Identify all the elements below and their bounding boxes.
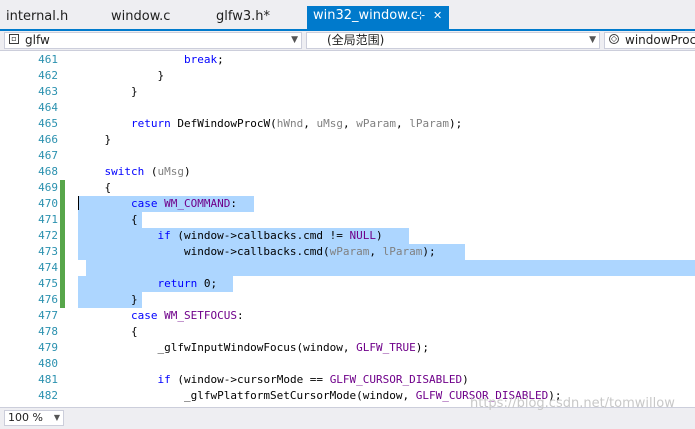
code-line: }	[78, 69, 165, 82]
line-number: 481	[38, 373, 58, 386]
line-number: 468	[38, 165, 58, 178]
code-line: _glfwInputWindowFocus(window, GLFW_TRUE)…	[78, 341, 430, 354]
code-line: if (window->callbacks.cmd != NULL)	[157, 229, 383, 242]
line-number: 470	[38, 197, 58, 210]
scope-dropdown-value: (全局范围)	[327, 33, 385, 47]
code-editor[interactable]: 461 462 463 464 465 466 467 468 469 470 …	[0, 51, 695, 407]
line-number: 471	[38, 213, 58, 226]
code-line: case WM_COMMAND:	[130, 197, 237, 210]
line-number: 477	[38, 309, 58, 322]
zoom-dropdown[interactable]: 100 % ▼	[4, 410, 64, 426]
code-line: {	[78, 325, 138, 338]
navigation-bar: ▫ glfw ▼ (全局范围) ▼ ◇ windowProc	[0, 31, 695, 51]
chevron-down-icon: ▼	[589, 35, 596, 45]
code-line: return 0;	[157, 277, 218, 290]
tab-window-c[interactable]: window.c	[111, 7, 170, 29]
line-number: 478	[38, 325, 58, 338]
line-number: 475	[38, 277, 58, 290]
watermark-text: https://blog.csdn.net/tomwillow	[470, 396, 675, 411]
member-dropdown-value: windowProc	[625, 33, 695, 47]
member-dropdown[interactable]: ◇ windowProc	[604, 32, 695, 49]
code-line: return DefWindowProcW(hWnd, uMsg, wParam…	[130, 117, 463, 130]
line-number: 479	[38, 341, 58, 354]
tab-label: glfw3.h*	[216, 9, 270, 24]
line-number: 464	[38, 101, 58, 114]
code-line: }	[78, 85, 138, 98]
tab-label: win32_window.c	[313, 8, 418, 23]
code-line: break;	[183, 53, 224, 66]
line-number: 480	[38, 357, 58, 370]
chevron-down-icon: ▼	[291, 35, 298, 45]
line-number: 462	[38, 69, 58, 82]
tab-win32-window-c[interactable]: win32_window.c ⊹ ✕	[307, 6, 449, 31]
zoom-value: 100 %	[8, 411, 43, 424]
line-number: 482	[38, 389, 58, 402]
scope-dropdown[interactable]: (全局范围) ▼	[306, 32, 600, 49]
selection-highlight	[86, 260, 695, 276]
member-function-icon: ◇	[609, 34, 619, 44]
line-number: 473	[38, 245, 58, 258]
code-line: switch (uMsg)	[104, 165, 191, 178]
project-dropdown-value: glfw	[25, 33, 50, 47]
change-tracking-bar	[60, 180, 65, 308]
code-line: {	[78, 181, 112, 194]
line-number: 466	[38, 133, 58, 146]
code-line: }	[78, 293, 138, 306]
code-line: case WM_SETFOCUS:	[130, 309, 244, 322]
line-number: 474	[38, 261, 58, 274]
line-number: 463	[38, 85, 58, 98]
line-number: 467	[38, 149, 58, 162]
tab-glfw3-h[interactable]: glfw3.h*	[216, 7, 270, 29]
tab-internal-h[interactable]: internal.h	[6, 7, 68, 29]
line-number: 476	[38, 293, 58, 306]
code-line: }	[78, 133, 112, 146]
line-number: 461	[38, 53, 58, 66]
pin-icon[interactable]: ⊹	[416, 6, 425, 26]
chevron-down-icon: ▼	[53, 413, 60, 422]
code-line: window->callbacks.cmd(wParam, lParam);	[78, 245, 436, 258]
code-line: if (window->cursorMode == GLFW_CURSOR_DI…	[157, 373, 469, 386]
code-line: {	[78, 213, 138, 226]
document-tab-strip: internal.h window.c glfw3.h* win32_windo…	[0, 0, 695, 31]
line-number: 472	[38, 229, 58, 242]
text-caret	[78, 196, 79, 210]
tab-label: window.c	[111, 9, 171, 24]
project-icon: ▫	[9, 34, 19, 44]
tab-label: internal.h	[6, 9, 69, 24]
close-icon[interactable]: ✕	[433, 6, 442, 26]
project-dropdown[interactable]: ▫ glfw ▼	[4, 32, 302, 49]
line-number: 465	[38, 117, 58, 130]
line-number: 469	[38, 181, 58, 194]
